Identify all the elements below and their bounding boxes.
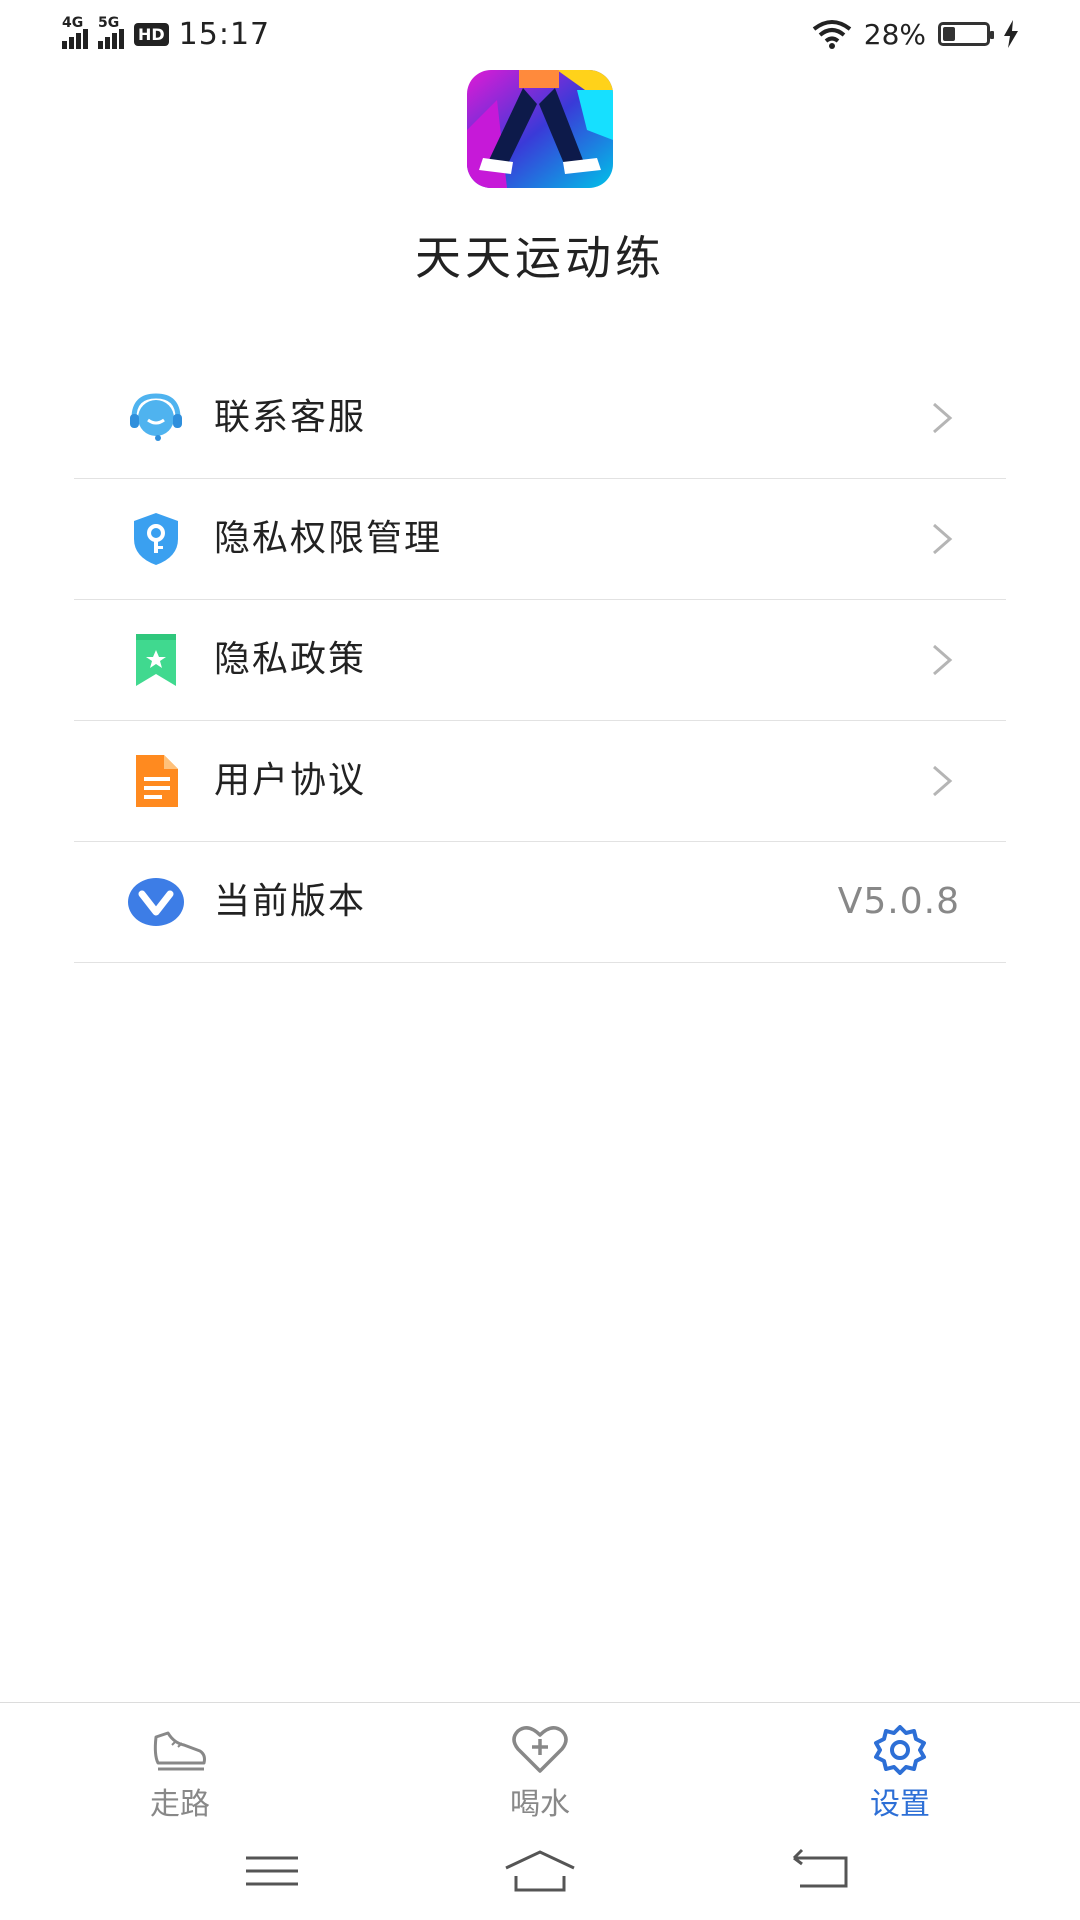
system-nav-bar xyxy=(0,1822,1080,1920)
home-icon[interactable] xyxy=(500,1846,580,1896)
status-right: 28% xyxy=(812,14,1020,54)
app-name: 天天运动练 xyxy=(415,231,665,285)
agreement-document-icon xyxy=(136,755,178,807)
battery-level xyxy=(943,27,955,41)
gear-icon xyxy=(874,1725,926,1775)
back-icon[interactable] xyxy=(780,1846,860,1896)
signal-icon: 4G xyxy=(62,15,88,49)
version-value: V5.0.8 xyxy=(837,881,960,922)
signal-2-label: 5G xyxy=(98,15,120,31)
battery-icon xyxy=(938,22,994,46)
menu-item-privacy-permissions[interactable]: 隐私权限管理 xyxy=(74,479,1006,600)
wifi-icon xyxy=(812,20,851,49)
tab-label: 喝水 xyxy=(510,1787,570,1822)
tab-label: 走路 xyxy=(150,1787,210,1822)
chevron-right-icon xyxy=(933,765,953,797)
charging-icon xyxy=(1004,20,1018,48)
privacy-shield-icon xyxy=(134,513,178,565)
status-left: 4G 5G HD 15:17 xyxy=(62,14,270,54)
menu-item-user-agreement[interactable]: 用户协议 xyxy=(74,721,1006,842)
menu-item-privacy-policy[interactable]: 隐私政策 xyxy=(74,600,1006,721)
settings-menu: 联系客服 隐私权限管理 隐私政策 用户协议 当前版本 V5.0.8 xyxy=(74,358,1006,963)
tab-walk[interactable]: 走路 xyxy=(80,1703,280,1823)
menu-item-label: 隐私政策 xyxy=(214,639,367,680)
menu-item-current-version: 当前版本 V5.0.8 xyxy=(74,842,1006,963)
signal-icon: 5G xyxy=(98,15,124,49)
menu-item-customer-service[interactable]: 联系客服 xyxy=(74,358,1006,479)
customer-service-icon xyxy=(130,393,182,441)
menu-item-label: 当前版本 xyxy=(214,881,367,922)
menu-item-label: 用户协议 xyxy=(214,760,367,801)
app-logo xyxy=(467,70,613,188)
battery-percent: 28% xyxy=(863,17,926,51)
signal-1-label: 4G xyxy=(62,15,84,31)
tab-label: 设置 xyxy=(870,1787,930,1822)
bottom-tab-bar: 走路 喝水 设置 xyxy=(0,1702,1080,1823)
policy-bookmark-icon xyxy=(136,634,176,686)
app-logo-graphic xyxy=(467,70,613,188)
shoe-icon xyxy=(153,1731,206,1771)
hd-icon: HD xyxy=(134,22,169,46)
tab-settings[interactable]: 设置 xyxy=(800,1703,1000,1823)
menu-item-label: 隐私权限管理 xyxy=(214,518,443,559)
menu-item-label: 联系客服 xyxy=(214,397,367,438)
status-time: 15:17 xyxy=(178,16,271,52)
status-bar: 4G 5G HD 15:17 28% xyxy=(0,0,1080,66)
tab-drink-water[interactable]: 喝水 xyxy=(440,1703,640,1823)
menu-lines-icon[interactable] xyxy=(232,1846,312,1896)
chevron-right-icon xyxy=(933,402,953,434)
chevron-right-icon xyxy=(933,644,953,676)
version-icon xyxy=(128,878,184,926)
chevron-right-icon xyxy=(933,523,953,555)
heart-plus-icon xyxy=(512,1726,568,1773)
